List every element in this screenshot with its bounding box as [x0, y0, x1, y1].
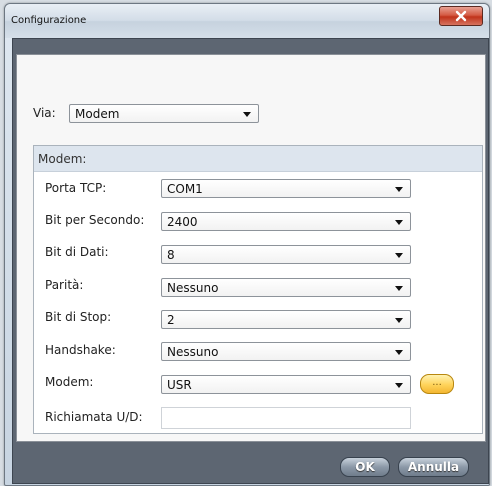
parita-label: Parità: [45, 278, 84, 292]
chevron-down-icon [395, 383, 403, 388]
group-title: Modem: [38, 152, 87, 166]
handshake-select[interactable]: Nessuno [161, 342, 411, 361]
browse-modem-button[interactable]: ... [420, 374, 454, 394]
via-select[interactable]: Modem [69, 104, 259, 123]
richiamata-label: Richiamata U/D: [45, 410, 143, 424]
parita-select[interactable]: Nessuno [161, 278, 411, 297]
bit-per-secondo-select[interactable]: 2400 [161, 212, 411, 231]
dialog-frame: Via: Modem Modem: Porta TCP: COM1 Bit pe… [12, 38, 489, 484]
parita-value: Nessuno [167, 281, 219, 295]
annulla-button[interactable]: Annulla [398, 457, 469, 477]
chevron-down-icon [395, 253, 403, 258]
bit-per-secondo-value: 2400 [167, 215, 198, 229]
chevron-down-icon [395, 220, 403, 225]
handshake-label: Handshake: [45, 343, 116, 357]
bit-di-stop-select[interactable]: 2 [161, 310, 411, 329]
title-bar: Configurazione [5, 4, 489, 38]
dialog-content: Via: Modem Modem: Porta TCP: COM1 Bit pe… [16, 54, 486, 442]
bit-di-stop-label: Bit di Stop: [45, 310, 112, 324]
via-label: Via: [33, 106, 56, 120]
handshake-value: Nessuno [167, 345, 219, 359]
richiamata-field[interactable] [161, 407, 411, 429]
via-select-value: Modem [75, 107, 120, 121]
close-button[interactable] [439, 6, 483, 26]
bit-di-dati-select[interactable]: 8 [161, 245, 411, 264]
porta-tcp-select[interactable]: COM1 [161, 179, 411, 198]
bit-di-dati-value: 8 [167, 248, 175, 262]
bit-per-secondo-label: Bit per Secondo: [45, 213, 145, 227]
ok-button[interactable]: OK [340, 457, 390, 477]
modem-label: Modem: [45, 375, 94, 389]
modem-select[interactable]: USR [161, 375, 411, 394]
close-icon [455, 10, 467, 22]
group-header: Modem: [34, 146, 482, 172]
chevron-down-icon [395, 350, 403, 355]
bit-di-dati-label: Bit di Dati: [45, 245, 109, 259]
chevron-down-icon [395, 187, 403, 192]
porta-tcp-label: Porta TCP: [45, 181, 107, 195]
chevron-down-icon [395, 286, 403, 291]
chevron-down-icon [243, 112, 251, 117]
porta-tcp-value: COM1 [167, 182, 203, 196]
bit-di-stop-value: 2 [167, 313, 175, 327]
configuration-dialog: Configurazione Via: Modem Modem: Porta T… [4, 3, 490, 486]
modem-value: USR [167, 378, 192, 392]
chevron-down-icon [395, 318, 403, 323]
window-title: Configurazione [11, 15, 87, 26]
